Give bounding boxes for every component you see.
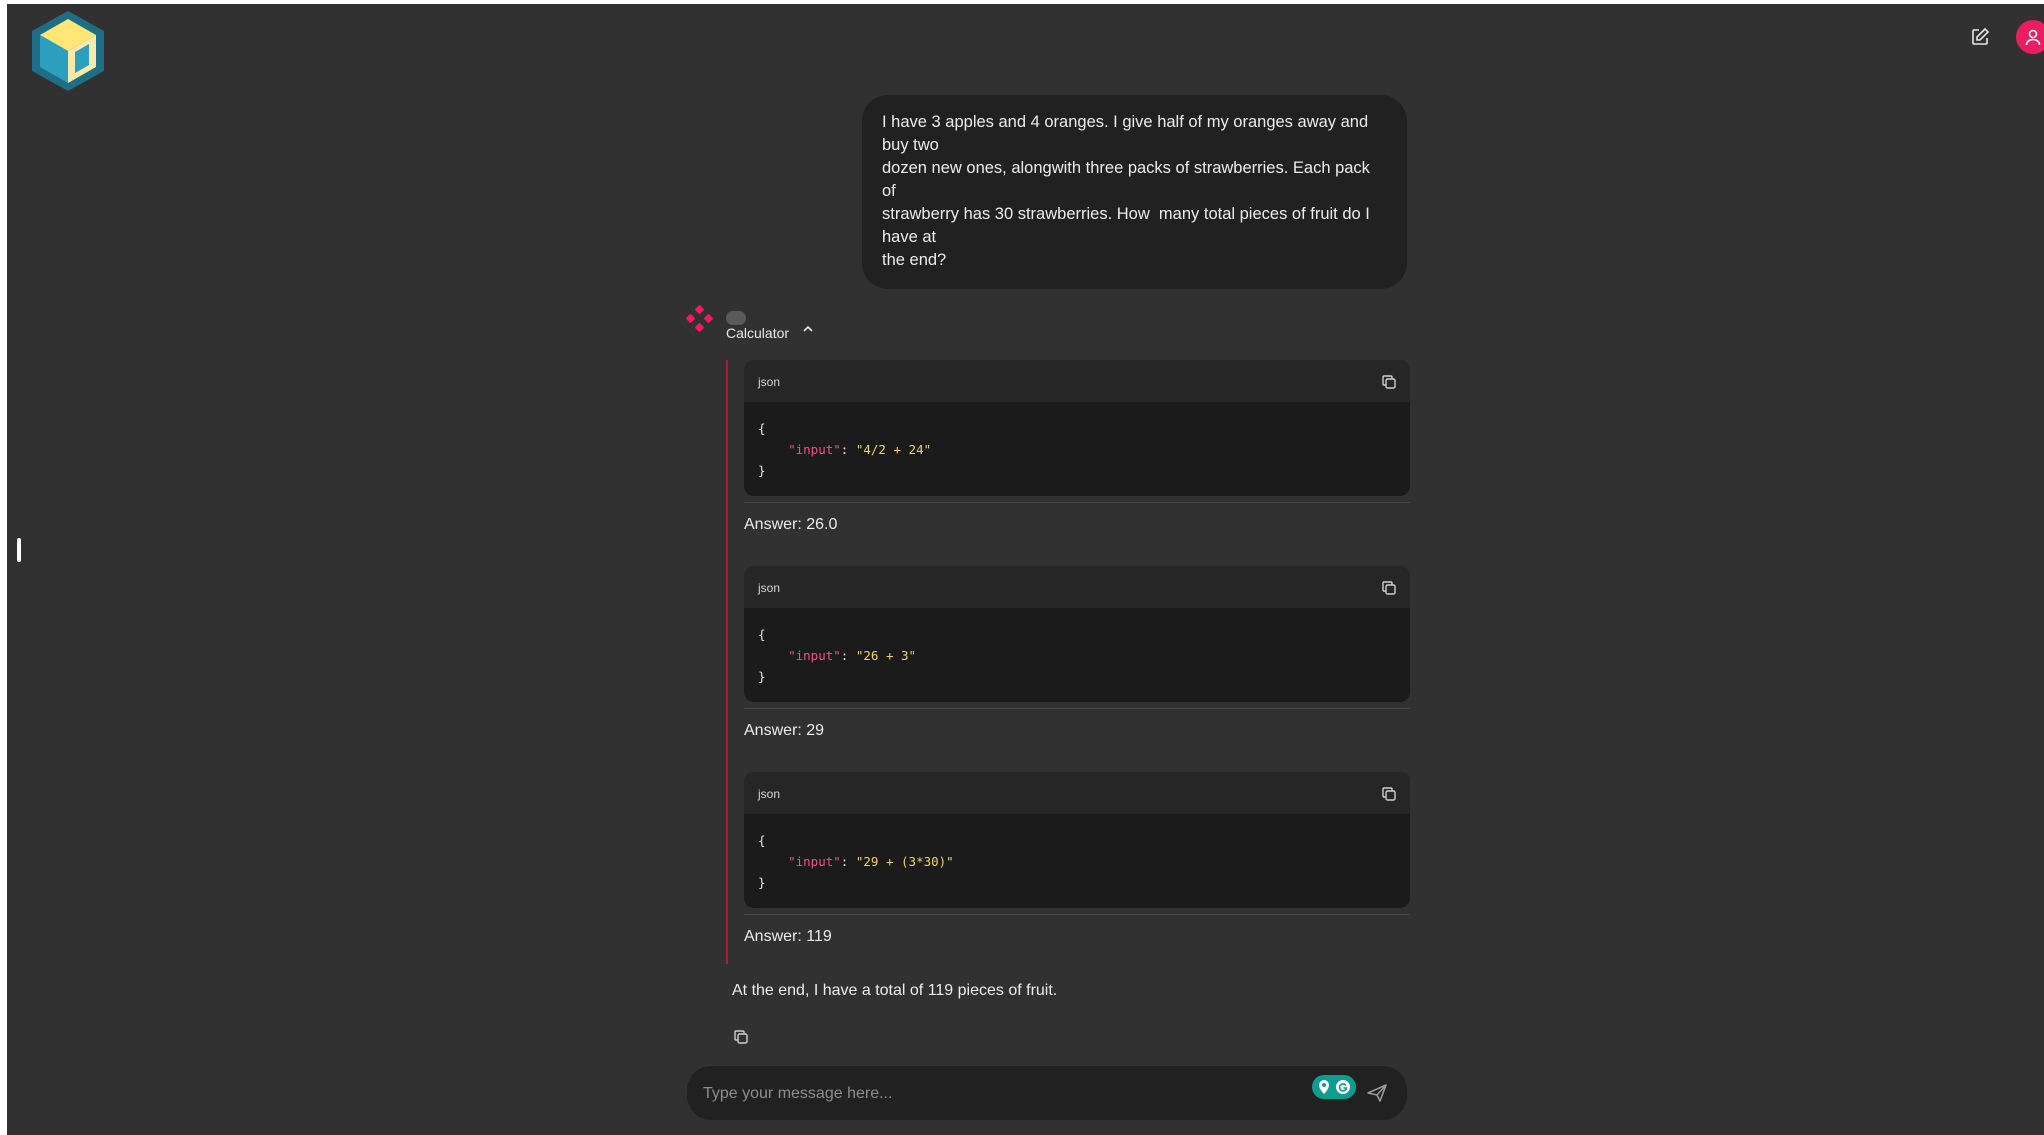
location-pin-icon (1319, 1080, 1329, 1094)
sidebar-toggle-handle[interactable] (17, 538, 21, 562)
tool-answer: Answer: 119 (744, 928, 832, 945)
copy-message-button[interactable] (732, 1028, 750, 1046)
tool-name: Calculator (726, 325, 790, 341)
top-actions (1966, 20, 2044, 54)
code-block: json { "input": "4/2 + 24" } (744, 360, 1410, 496)
copy-icon (1382, 581, 1396, 595)
assistant-final-answer: At the end, I have a total of 119 pieces… (732, 982, 1058, 999)
user-avatar[interactable] (2016, 20, 2044, 54)
message-input[interactable] (701, 1066, 1305, 1122)
send-icon (1367, 1084, 1387, 1102)
user-message-bubble: I have 3 apples and 4 oranges. I give ha… (862, 95, 1407, 289)
code-block: json { "input": "29 + (3*30)" } (744, 772, 1410, 908)
code-block-header: json (744, 566, 1410, 608)
code-language-label: json (758, 581, 781, 595)
copy-code-button[interactable] (1380, 579, 1398, 597)
code-block: json { "input": "26 + 3" } (744, 566, 1410, 702)
chevron-up-icon[interactable] (801, 322, 815, 336)
code-value: "29 + (3*30)" (855, 854, 954, 869)
code-language-label: json (758, 375, 781, 389)
copy-code-button[interactable] (1380, 373, 1398, 391)
chat-app: I have 3 apples and 4 oranges. I give ha… (7, 4, 2044, 1135)
code-value: "4/2 + 24" (855, 442, 932, 457)
copy-icon (1382, 375, 1396, 389)
divider (744, 708, 1410, 709)
code-key: "input" (788, 854, 841, 869)
divider (744, 502, 1410, 503)
user-icon (2025, 29, 2041, 46)
code-key: "input" (788, 648, 841, 663)
code-content: { "input": "29 + (3*30)" } (758, 833, 954, 890)
copy-icon (1382, 787, 1396, 801)
divider (744, 914, 1410, 915)
new-chat-button[interactable] (1966, 23, 1994, 51)
tool-calls-block: json { "input": "4/2 + 24" } Answer: 26.… (726, 360, 1410, 964)
send-button[interactable] (1366, 1082, 1388, 1104)
cube-logo-icon[interactable] (25, 7, 111, 93)
code-value: "26 + 3" (855, 648, 917, 663)
copy-icon (734, 1030, 748, 1044)
edit-icon (1972, 27, 1990, 45)
grammarly-icon (1336, 1080, 1350, 1094)
tool-status-indicator (726, 311, 746, 325)
assistant-icon (684, 303, 714, 333)
code-language-label: json (758, 787, 781, 801)
tool-header[interactable]: Calculator (726, 325, 789, 341)
code-block-header: json (744, 360, 1410, 402)
code-content: { "input": "4/2 + 24" } (758, 421, 932, 478)
grammarly-badge[interactable] (1312, 1075, 1356, 1099)
tool-answer: Answer: 29 (744, 722, 825, 739)
code-block-header: json (744, 772, 1410, 814)
code-content: { "input": "26 + 3" } (758, 627, 917, 684)
code-key: "input" (788, 442, 841, 457)
copy-code-button[interactable] (1380, 785, 1398, 803)
message-composer (687, 1066, 1407, 1122)
tool-answer: Answer: 26.0 (744, 516, 838, 533)
